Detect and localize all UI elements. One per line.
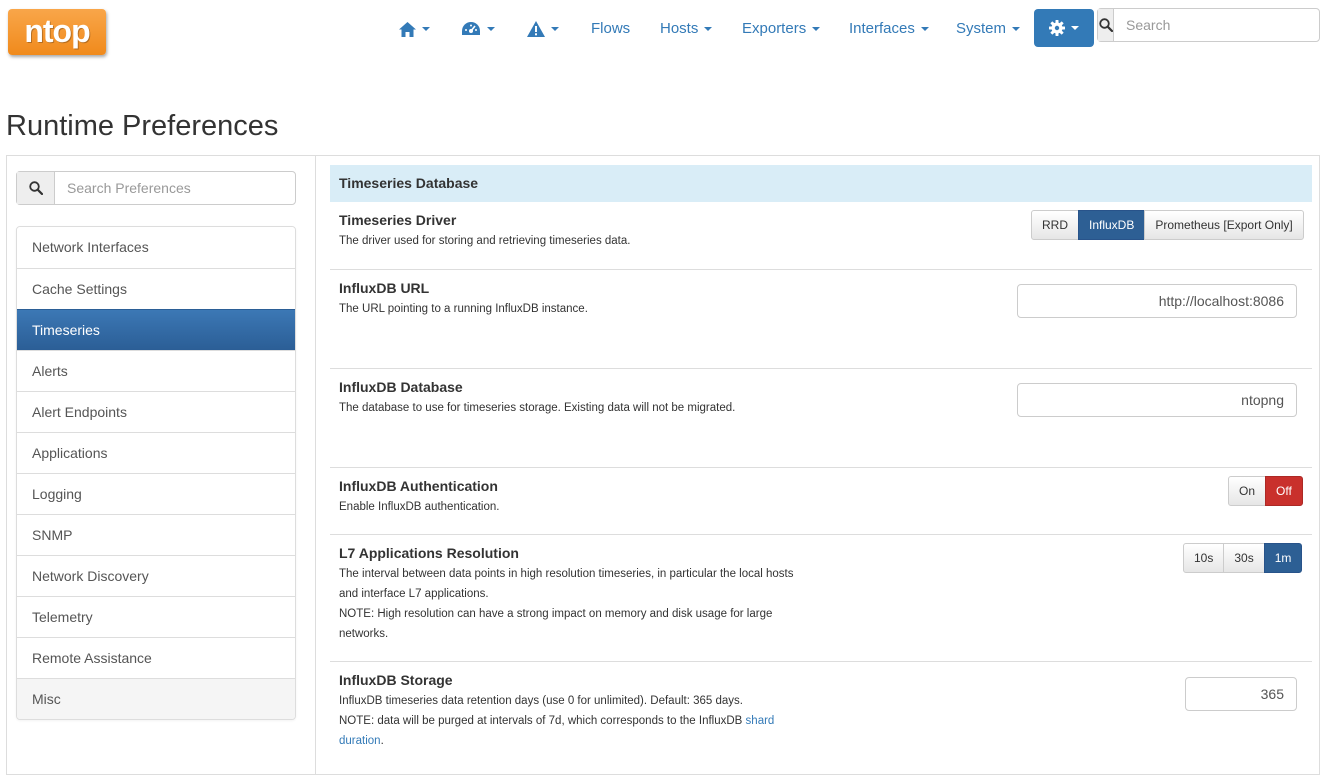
- settings-dropdown-button[interactable]: [1034, 9, 1094, 47]
- global-search: [1097, 8, 1320, 42]
- pref-row-influxdb-storage: InfluxDB Storage InfluxDB timeseries dat…: [330, 661, 1312, 771]
- preferences-search-input[interactable]: [55, 172, 295, 204]
- search-icon: [1098, 18, 1113, 32]
- pref-note-suffix: .: [380, 735, 384, 747]
- pref-description: InfluxDB timeseries data retention days …: [339, 695, 743, 707]
- pref-row-influxdb-url: InfluxDB URL The URL pointing to a runni…: [330, 269, 1312, 368]
- preferences-search: [16, 171, 296, 205]
- driver-prometheus-button[interactable]: Prometheus [Export Only]: [1144, 210, 1304, 240]
- resolution-10s-button[interactable]: 10s: [1183, 543, 1225, 573]
- pref-row-timeseries-driver: Timeseries Driver The driver used for st…: [330, 202, 1312, 270]
- pref-description: The driver used for storing and retrievi…: [339, 235, 631, 247]
- nav-hosts-label: Hosts: [660, 20, 699, 37]
- pref-title: InfluxDB Database: [339, 379, 463, 395]
- influxdb-url-input[interactable]: [1017, 284, 1297, 318]
- home-icon: [399, 21, 416, 37]
- nav-hosts-dropdown[interactable]: Hosts: [660, 19, 713, 39]
- chevron-down-icon: [920, 27, 929, 32]
- section-header: Timeseries Database: [330, 165, 1312, 202]
- pref-row-influxdb-database: InfluxDB Database The database to use fo…: [330, 368, 1312, 467]
- preferences-search-button[interactable]: [17, 172, 55, 204]
- l7-resolution-button-group: 10s 30s 1m: [1183, 543, 1303, 573]
- driver-influxdb-button[interactable]: InfluxDB: [1078, 210, 1146, 240]
- sidebar-item-logging[interactable]: Logging: [17, 473, 295, 514]
- sidebar-item-timeseries[interactable]: Timeseries: [17, 309, 295, 350]
- gear-icon: [1049, 20, 1065, 36]
- nav-dashboard-dropdown[interactable]: [461, 19, 495, 39]
- nav-interfaces-label: Interfaces: [849, 20, 915, 37]
- chevron-down-icon: [704, 27, 713, 32]
- pref-description: The interval between data points in high…: [339, 568, 794, 600]
- influxdb-database-input[interactable]: [1017, 383, 1297, 417]
- sidebar-item-snmp[interactable]: SNMP: [17, 514, 295, 555]
- preferences-content-panel: Timeseries Database Timeseries Driver Th…: [315, 155, 1320, 775]
- pref-note-text: NOTE: data will be purged at intervals o…: [339, 715, 743, 727]
- pref-note: NOTE: data will be purged at intervals o…: [339, 711, 799, 751]
- pref-title: InfluxDB Storage: [339, 672, 453, 688]
- nav-system-dropdown[interactable]: System: [956, 19, 1021, 39]
- resolution-1m-button[interactable]: 1m: [1263, 543, 1303, 573]
- chevron-down-icon: [1012, 27, 1021, 32]
- nav-alerts-dropdown[interactable]: [527, 19, 559, 39]
- pref-description: The URL pointing to a running InfluxDB i…: [339, 303, 588, 315]
- sidebar-item-alerts[interactable]: Alerts: [17, 350, 295, 391]
- driver-button-group: RRD InfluxDB Prometheus [Export Only]: [1031, 210, 1304, 240]
- auth-off-button[interactable]: Off: [1265, 476, 1303, 506]
- pref-description: The database to use for timeseries stora…: [339, 402, 736, 414]
- nav-home-dropdown[interactable]: [399, 19, 430, 39]
- pref-title: Timeseries Driver: [339, 212, 457, 228]
- sidebar-item-applications[interactable]: Applications: [17, 432, 295, 473]
- dashboard-gauge-icon: [462, 22, 480, 36]
- chevron-down-icon: [1071, 26, 1079, 30]
- sidebar-item-misc[interactable]: Misc: [17, 678, 295, 719]
- search-button[interactable]: [1098, 9, 1114, 41]
- pref-note: NOTE: High resolution can have a strong …: [339, 608, 773, 640]
- pref-row-influxdb-authentication: InfluxDB Authentication Enable InfluxDB …: [330, 467, 1312, 534]
- chevron-down-icon: [551, 27, 559, 32]
- sidebar-item-remote-assistance[interactable]: Remote Assistance: [17, 637, 295, 678]
- nav-interfaces-dropdown[interactable]: Interfaces: [849, 19, 929, 39]
- driver-rrd-button[interactable]: RRD: [1031, 210, 1079, 240]
- warning-icon: [527, 21, 545, 38]
- influxdb-storage-days-input[interactable]: [1185, 677, 1297, 711]
- auth-toggle: On Off: [1228, 476, 1303, 506]
- sidebar-item-telemetry[interactable]: Telemetry: [17, 596, 295, 637]
- pref-description: Enable InfluxDB authentication.: [339, 501, 500, 513]
- chevron-down-icon: [812, 27, 821, 32]
- sidebar-item-network-interfaces[interactable]: Network Interfaces: [17, 227, 295, 268]
- pref-title: InfluxDB URL: [339, 280, 430, 296]
- nav-system-label: System: [956, 20, 1007, 37]
- nav-exporters-dropdown[interactable]: Exporters: [742, 19, 821, 39]
- page-title: Runtime Preferences: [6, 110, 279, 142]
- nav-flows-link[interactable]: Flows: [591, 19, 630, 39]
- pref-row-l7-resolution: L7 Applications Resolution The interval …: [330, 534, 1312, 661]
- pref-title: InfluxDB Authentication: [339, 478, 498, 494]
- preferences-sidebar-panel: Network Interfaces Cache Settings Timese…: [6, 155, 316, 775]
- sidebar-item-network-discovery[interactable]: Network Discovery: [17, 555, 295, 596]
- pref-title: L7 Applications Resolution: [339, 545, 519, 561]
- chevron-down-icon: [422, 27, 430, 32]
- auth-on-button[interactable]: On: [1228, 476, 1267, 506]
- nav-flows-label: Flows: [591, 20, 631, 37]
- resolution-30s-button[interactable]: 30s: [1223, 543, 1265, 573]
- chevron-down-icon: [487, 27, 495, 32]
- preferences-category-list: Network Interfaces Cache Settings Timese…: [16, 226, 296, 720]
- sidebar-item-alert-endpoints[interactable]: Alert Endpoints: [17, 391, 295, 432]
- ntop-logo[interactable]: ntop: [8, 9, 106, 55]
- nav-exporters-label: Exporters: [742, 20, 807, 37]
- sidebar-item-cache-settings[interactable]: Cache Settings: [17, 268, 295, 309]
- search-icon: [28, 181, 43, 195]
- global-search-input[interactable]: [1114, 9, 1319, 41]
